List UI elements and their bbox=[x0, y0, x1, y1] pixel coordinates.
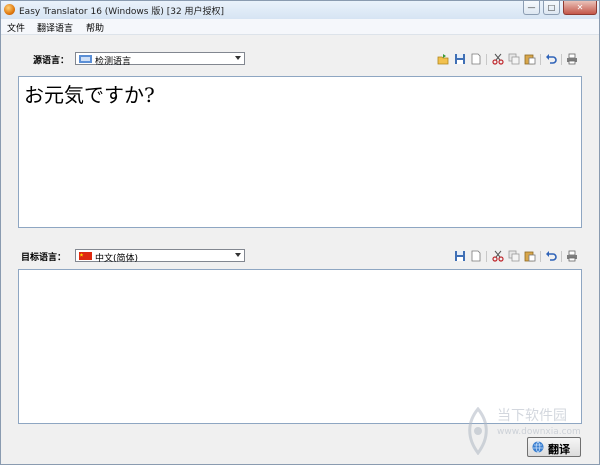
toolbar-separator bbox=[561, 251, 562, 262]
target-toolbar bbox=[454, 250, 582, 264]
toolbar-separator bbox=[486, 251, 487, 262]
app-window: Easy Translator 16 (Windows 版) [32 用户授权]… bbox=[0, 0, 600, 465]
menu-help[interactable]: 帮助 bbox=[86, 21, 104, 34]
print-icon[interactable] bbox=[566, 250, 578, 262]
save-icon[interactable] bbox=[454, 53, 466, 65]
chevron-down-icon bbox=[235, 56, 241, 60]
close-button[interactable]: ✕ bbox=[563, 1, 597, 15]
target-language-label: 目标语言： bbox=[21, 253, 67, 263]
source-language-select[interactable]: 检测语言 bbox=[75, 52, 245, 67]
window-controls: — □ ✕ bbox=[520, 1, 597, 16]
undo-icon[interactable] bbox=[545, 53, 557, 65]
china-flag-icon bbox=[79, 252, 92, 260]
open-file-icon[interactable] bbox=[437, 53, 449, 65]
new-document-icon[interactable] bbox=[470, 250, 482, 262]
paste-icon[interactable] bbox=[524, 53, 536, 65]
source-text: お元気ですか? bbox=[24, 83, 155, 107]
copy-icon[interactable] bbox=[508, 53, 520, 65]
source-toolbar bbox=[437, 53, 582, 67]
maximize-button[interactable]: □ bbox=[543, 1, 560, 15]
toolbar-separator bbox=[540, 251, 541, 262]
menu-bar: 文件 翻译语言 帮助 bbox=[1, 19, 599, 35]
undo-icon[interactable] bbox=[545, 250, 557, 262]
minimize-button[interactable]: — bbox=[523, 1, 540, 15]
target-text-area[interactable] bbox=[18, 269, 582, 424]
cut-icon[interactable] bbox=[492, 250, 504, 262]
app-logo-icon bbox=[4, 4, 15, 15]
source-text-area[interactable]: お元気ですか? bbox=[18, 76, 582, 228]
cut-icon[interactable] bbox=[492, 53, 504, 65]
save-icon[interactable] bbox=[454, 250, 466, 262]
detect-language-icon bbox=[79, 55, 92, 63]
translate-button[interactable]: 翻译 bbox=[527, 437, 581, 457]
globe-icon bbox=[532, 441, 544, 453]
menu-translate-language[interactable]: 翻译语言 bbox=[37, 21, 73, 34]
watermark-url: www.downxia.com bbox=[497, 427, 581, 437]
target-language-select[interactable]: 中文(简体) bbox=[75, 249, 245, 264]
maximize-icon: □ bbox=[547, 3, 556, 12]
copy-icon[interactable] bbox=[508, 250, 520, 262]
source-language-value: 检测语言 bbox=[95, 57, 132, 67]
toolbar-separator bbox=[486, 54, 487, 65]
print-icon[interactable] bbox=[566, 53, 578, 65]
title-bar[interactable]: Easy Translator 16 (Windows 版) [32 用户授权]… bbox=[1, 1, 599, 20]
target-language-value: 中文(简体) bbox=[95, 254, 139, 264]
window-title: Easy Translator 16 (Windows 版) [32 用户授权] bbox=[19, 7, 225, 17]
menu-file[interactable]: 文件 bbox=[7, 21, 25, 34]
source-language-label: 源语言： bbox=[33, 56, 70, 66]
close-icon: ✕ bbox=[576, 3, 584, 12]
paste-icon[interactable] bbox=[524, 250, 536, 262]
translate-button-label: 翻译 bbox=[548, 443, 570, 456]
toolbar-separator bbox=[561, 54, 562, 65]
minimize-icon: — bbox=[527, 3, 536, 12]
chevron-down-icon bbox=[235, 253, 241, 257]
new-document-icon[interactable] bbox=[470, 53, 482, 65]
toolbar-separator bbox=[540, 54, 541, 65]
